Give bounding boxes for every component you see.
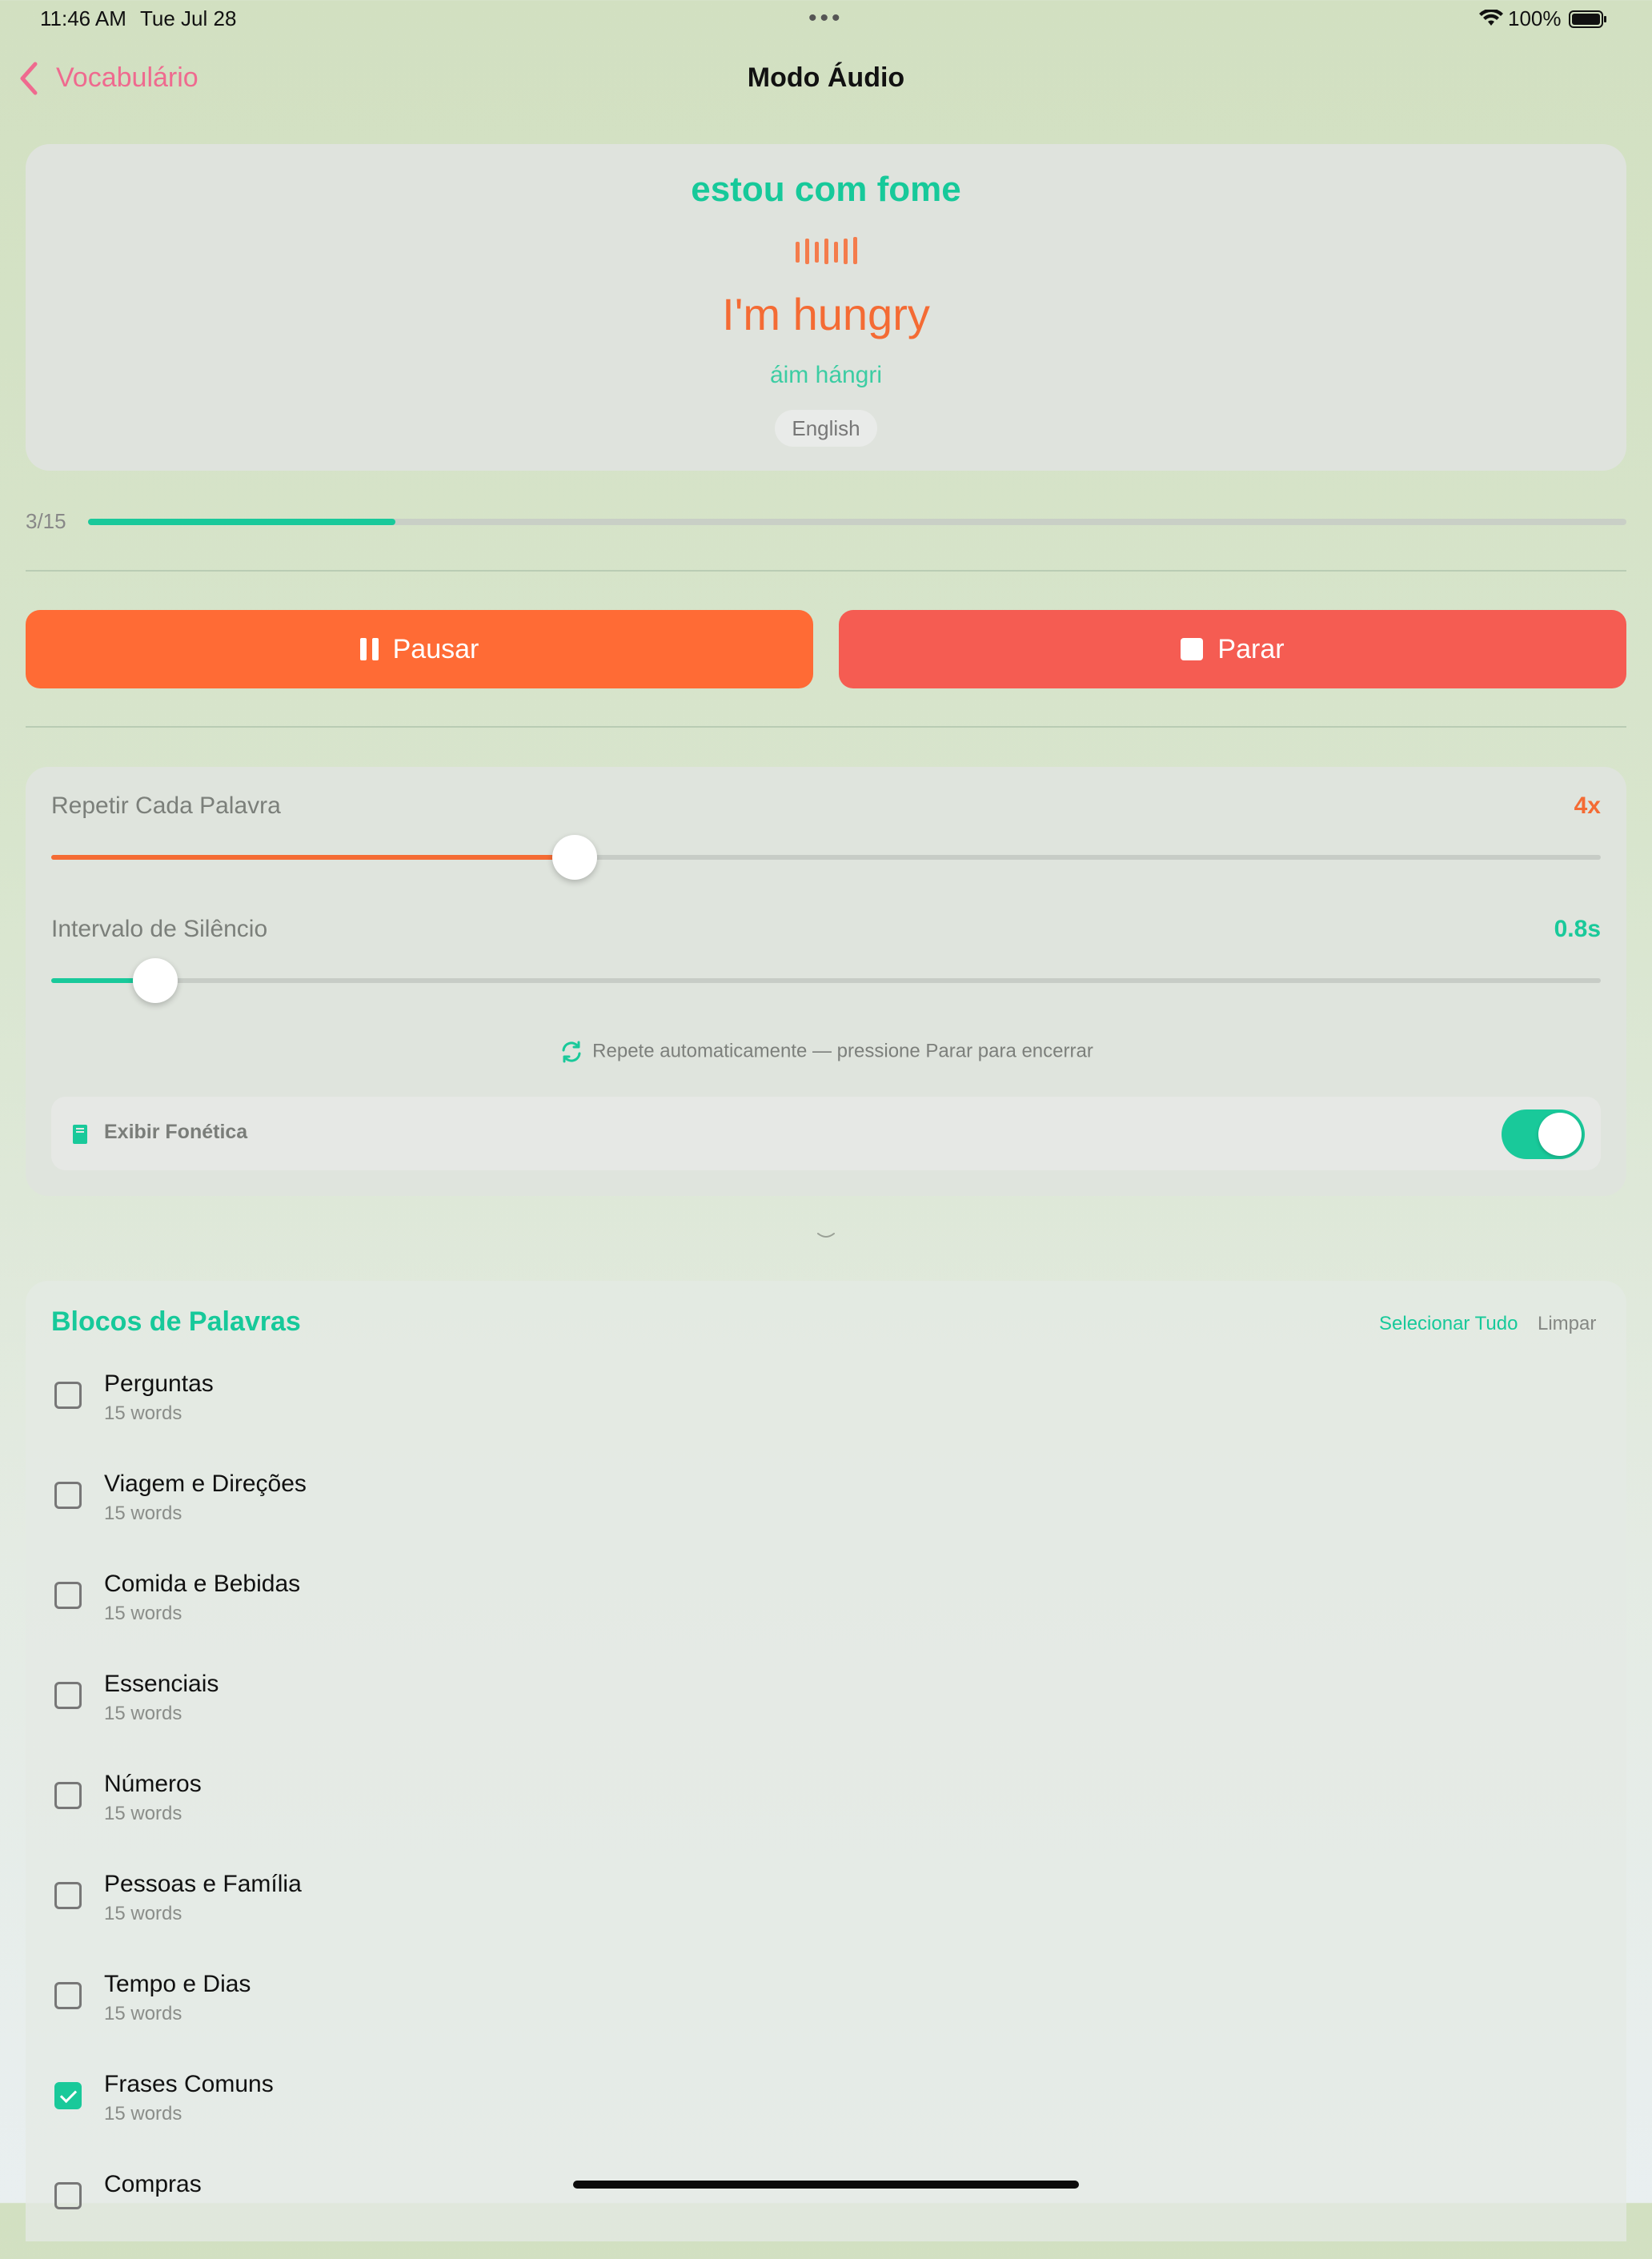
stop-icon — [1181, 638, 1204, 660]
word-block-count: 15 words — [104, 1803, 182, 1824]
word-block-name: Frases Comuns — [104, 2071, 274, 2097]
word-block-name: Perguntas — [104, 1370, 214, 1397]
phonetics-label: Exibir Fonética — [104, 1121, 248, 1143]
silence-slider[interactable] — [51, 958, 1601, 1003]
word-block-count: 15 words — [104, 1603, 182, 1624]
word-block-name: Viagem e Direções — [104, 1471, 307, 1497]
repeat-label: Repetir Cada Palavra — [51, 792, 281, 819]
word-block-checkbox[interactable] — [54, 2082, 82, 2109]
page-title: Modo Áudio — [747, 62, 905, 93]
word-block-item[interactable]: Comida e Bebidas 15 words — [51, 1571, 1572, 1659]
progress-bar-fill — [88, 519, 396, 525]
repeat-slider-thumb[interactable] — [552, 835, 598, 880]
pause-button-label: Pausar — [392, 633, 479, 664]
word-block-checkbox[interactable] — [54, 1682, 82, 1709]
silence-slider-thumb[interactable] — [132, 958, 178, 1003]
battery-percentage: 100% — [1508, 6, 1562, 30]
repeat-value: 4x — [1574, 792, 1601, 819]
word-block-checkbox[interactable] — [54, 1782, 82, 1809]
progress-label: 3/15 — [26, 509, 66, 533]
repeat-slider[interactable] — [51, 835, 1601, 880]
select-all-button[interactable]: Selecionar Tudo — [1379, 1313, 1518, 1335]
word-block-name: Tempo e Dias — [104, 1971, 251, 1997]
book-icon — [73, 1125, 87, 1144]
pause-icon — [359, 638, 379, 660]
wifi-icon — [1479, 10, 1503, 26]
word-block-count: 15 words — [104, 2103, 182, 2125]
battery-icon — [1569, 10, 1606, 28]
word-block-name: Compras — [104, 2171, 202, 2197]
word-block-count: 15 words — [104, 1903, 182, 1924]
home-indicator[interactable] — [573, 2181, 1079, 2189]
word-block-count: 15 words — [104, 1402, 182, 1424]
word-block-count: 15 words — [104, 1503, 182, 1524]
word-block-item[interactable]: Viagem e Direções 15 words — [51, 1471, 1572, 1559]
word-block-item[interactable]: Tempo e Dias 15 words — [51, 1971, 1572, 2059]
progress-bar — [88, 519, 1626, 525]
phonetics-toggle[interactable] — [1502, 1109, 1585, 1159]
status-date: Tue Jul 28 — [140, 6, 237, 30]
toggle-knob — [1538, 1113, 1582, 1156]
word-block-name: Comida e Bebidas — [104, 1571, 301, 1597]
repeat-icon — [562, 1041, 581, 1063]
waveform-icon — [796, 237, 857, 264]
stop-button[interactable]: Parar — [839, 610, 1626, 688]
word-block-item[interactable]: Números 15 words — [51, 1771, 1572, 1859]
language-badge: English — [775, 410, 877, 447]
word-block-checkbox[interactable] — [54, 1482, 82, 1509]
stop-button-label: Parar — [1217, 633, 1285, 664]
word-block-count: 15 words — [104, 2003, 182, 2024]
word-blocks-title: Blocos de Palavras — [51, 1306, 301, 1337]
word-block-item[interactable]: Frases Comuns 15 words — [51, 2071, 1572, 2159]
auto-repeat-note: Repete automaticamente — pressione Parar… — [0, 1039, 1652, 1065]
word-block-checkbox[interactable] — [54, 1882, 82, 1909]
divider — [26, 570, 1626, 572]
silence-label: Intervalo de Silêncio — [51, 916, 268, 942]
word-block-checkbox[interactable] — [54, 2182, 82, 2209]
status-time: 11:46 AM — [40, 6, 126, 30]
auto-repeat-text: Repete automaticamente — pressione Parar… — [592, 1040, 1093, 1062]
word-block-item[interactable]: Pessoas e Família 15 words — [51, 1871, 1572, 1959]
clear-button[interactable]: Limpar — [1538, 1313, 1596, 1335]
word-block-name: Essenciais — [104, 1671, 219, 1697]
divider — [26, 726, 1626, 728]
chevron-down-icon[interactable] — [816, 1231, 836, 1241]
word-block-checkbox[interactable] — [54, 1382, 82, 1409]
phonetic-text: áim hángri — [769, 362, 883, 388]
word-block-count: 15 words — [104, 1703, 182, 1724]
word-block-name: Pessoas e Família — [104, 1871, 302, 1897]
multitasking-dots-icon[interactable]: ••• — [808, 6, 844, 30]
repeat-slider-fill — [51, 855, 575, 860]
pause-button[interactable]: Pausar — [26, 610, 813, 688]
word-block-checkbox[interactable] — [54, 1582, 82, 1609]
word-block-item[interactable]: Perguntas 15 words — [51, 1370, 1572, 1459]
silence-value: 0.8s — [1554, 916, 1601, 942]
word-block-checkbox[interactable] — [54, 1982, 82, 2009]
word-block-item[interactable]: Essenciais 15 words — [51, 1671, 1572, 1759]
source-phrase: estou com fome — [691, 170, 961, 209]
translation-text: I'm hungry — [722, 289, 930, 339]
word-block-name: Números — [104, 1771, 202, 1797]
phonetics-row[interactable]: Exibir Fonética — [51, 1097, 1601, 1170]
